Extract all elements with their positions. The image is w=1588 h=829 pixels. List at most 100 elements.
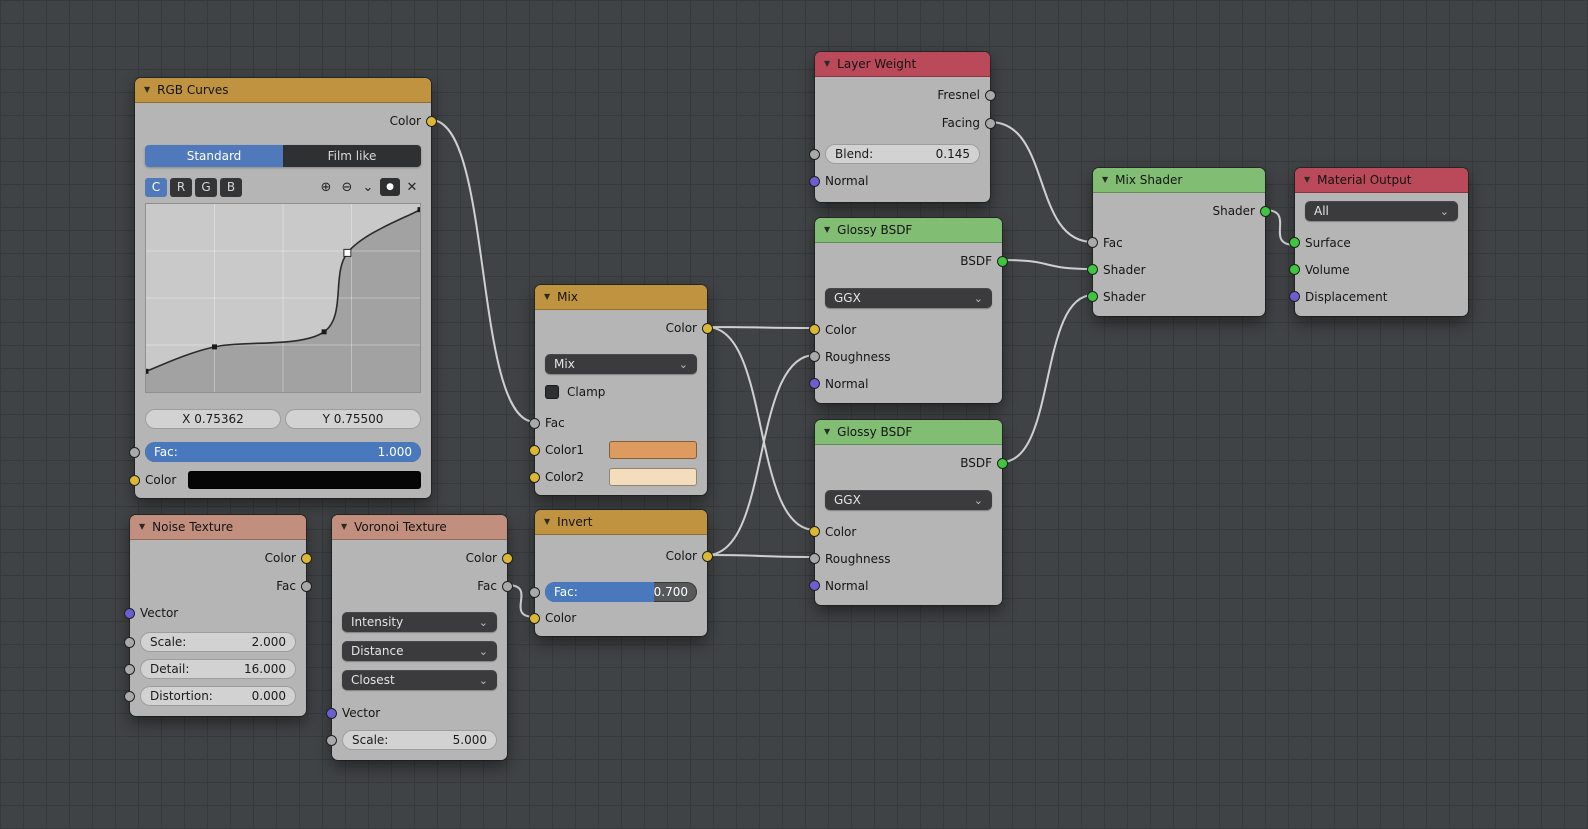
collapse-icon[interactable]: ▼	[1304, 176, 1310, 184]
socket-shader2-input[interactable]	[1087, 291, 1098, 302]
zoom-in-icon[interactable]: ⊕	[317, 181, 335, 194]
socket-detail-input[interactable]	[124, 663, 135, 675]
distribution-dropdown[interactable]: GGX ⌄	[825, 490, 992, 510]
delete-point-icon[interactable]: ✕	[403, 181, 421, 194]
distribution-dropdown[interactable]: GGX ⌄	[825, 288, 992, 308]
node-glossy-bsdf-1[interactable]: ▼ Glossy BSDF BSDF GGX ⌄ Color Roughness	[809, 218, 1008, 403]
glossy-bsdf-header[interactable]: ▼ Glossy BSDF	[815, 420, 1002, 445]
collapse-icon[interactable]: ▼	[144, 86, 150, 94]
tab-standard[interactable]: Standard	[145, 145, 283, 167]
invert-header[interactable]: ▼ Invert	[535, 510, 707, 535]
socket-volume-input[interactable]	[1289, 264, 1300, 275]
scale-field[interactable]: Scale: 5.000	[342, 730, 497, 750]
node-invert[interactable]: ▼ Invert Color Fac: 0.700 Color	[529, 510, 713, 636]
socket-facing-output[interactable]	[985, 117, 996, 129]
socket-fac-input[interactable]	[1087, 237, 1098, 248]
socket-scale-input[interactable]	[124, 636, 135, 648]
collapse-icon[interactable]: ▼	[544, 293, 550, 301]
scale-field[interactable]: Scale: 2.000	[140, 632, 296, 652]
socket-color-input[interactable]	[529, 612, 540, 624]
socket-color-output[interactable]	[301, 552, 312, 564]
socket-roughness-input[interactable]	[809, 553, 820, 564]
glossy-bsdf-header[interactable]: ▼ Glossy BSDF	[815, 218, 1002, 243]
socket-color-input[interactable]	[809, 526, 820, 537]
socket-color2-input[interactable]	[529, 471, 540, 483]
node-layer-weight[interactable]: ▼ Layer Weight Fresnel Facing Blend: 0.1…	[809, 52, 996, 202]
distance-dropdown[interactable]: Distance ⌄	[342, 641, 497, 661]
socket-normal-input[interactable]	[809, 175, 820, 187]
socket-vector-input[interactable]	[124, 607, 135, 619]
color2-swatch[interactable]	[609, 468, 697, 486]
socket-fac-output[interactable]	[502, 580, 513, 592]
collapse-icon[interactable]: ▼	[341, 523, 347, 531]
mix-header[interactable]: ▼ Mix	[535, 285, 707, 310]
target-dropdown[interactable]: All ⌄	[1305, 201, 1458, 221]
distortion-field[interactable]: Distortion: 0.000	[140, 686, 296, 706]
channel-g-button[interactable]: G	[195, 177, 217, 197]
node-rgb-curves[interactable]: ▼ RGB Curves Color Standard Film like C …	[129, 78, 437, 498]
detail-field[interactable]: Detail: 16.000	[140, 659, 296, 679]
socket-displacement-input[interactable]	[1289, 291, 1300, 302]
collapse-icon[interactable]: ▼	[824, 60, 830, 68]
tools-dropdown-icon[interactable]: ⌄	[359, 181, 377, 194]
socket-fac-input[interactable]	[529, 586, 540, 598]
socket-color1-input[interactable]	[529, 444, 540, 456]
feature-dropdown[interactable]: Closest ⌄	[342, 670, 497, 690]
socket-normal-input[interactable]	[809, 378, 820, 389]
socket-normal-input[interactable]	[809, 580, 820, 591]
node-noise-texture[interactable]: ▼ Noise Texture Color Fac Vector Scale: …	[124, 515, 312, 716]
socket-roughness-input[interactable]	[809, 351, 820, 362]
socket-color-output[interactable]	[702, 550, 713, 562]
socket-color-output[interactable]	[426, 115, 437, 127]
clamp-checkbox[interactable]	[545, 385, 559, 399]
socket-fac-input[interactable]	[529, 417, 540, 429]
node-editor-canvas[interactable]: ▼ RGB Curves Color Standard Film like C …	[0, 0, 1588, 829]
tab-film-like[interactable]: Film like	[283, 145, 421, 167]
collapse-icon[interactable]: ▼	[544, 518, 550, 526]
socket-color-output[interactable]	[502, 552, 513, 564]
socket-distortion-input[interactable]	[124, 690, 135, 702]
socket-fac-output[interactable]	[301, 580, 312, 592]
fac-slider[interactable]: Fac: 1.000	[145, 442, 421, 462]
blend-mode-dropdown[interactable]: Mix ⌄	[545, 354, 697, 374]
layer-weight-header[interactable]: ▼ Layer Weight	[815, 52, 990, 77]
socket-bsdf-output[interactable]	[997, 255, 1008, 267]
point-y-field[interactable]: Y 0.75500	[285, 409, 421, 429]
collapse-icon[interactable]: ▼	[1102, 176, 1108, 184]
node-glossy-bsdf-2[interactable]: ▼ Glossy BSDF BSDF GGX ⌄ Color Roughness	[809, 420, 1008, 605]
socket-vector-input[interactable]	[326, 707, 337, 719]
color1-swatch[interactable]	[609, 441, 697, 459]
channel-b-button[interactable]: B	[220, 177, 242, 197]
socket-shader1-input[interactable]	[1087, 264, 1098, 275]
collapse-icon[interactable]: ▼	[824, 226, 830, 234]
blend-field[interactable]: Blend: 0.145	[825, 144, 980, 164]
socket-bsdf-output[interactable]	[997, 457, 1008, 469]
socket-color-input[interactable]	[129, 474, 140, 486]
socket-surface-input[interactable]	[1289, 237, 1300, 248]
socket-shader-output[interactable]	[1260, 205, 1271, 217]
socket-color-output[interactable]	[702, 322, 713, 334]
node-mix[interactable]: ▼ Mix Color Mix ⌄ Clamp Fac Color1 Color…	[529, 285, 713, 495]
collapse-icon[interactable]: ▼	[139, 523, 145, 531]
clipping-toggle-icon[interactable]: ●	[380, 178, 400, 196]
color-swatch[interactable]	[188, 471, 421, 489]
coloring-dropdown[interactable]: Intensity ⌄	[342, 612, 497, 632]
noise-texture-header[interactable]: ▼ Noise Texture	[130, 515, 306, 540]
socket-scale-input[interactable]	[326, 734, 337, 746]
point-x-field[interactable]: X 0.75362	[145, 409, 281, 429]
fac-slider[interactable]: Fac: 0.700	[545, 582, 697, 602]
channel-r-button[interactable]: R	[170, 177, 192, 197]
collapse-icon[interactable]: ▼	[824, 428, 830, 436]
zoom-out-icon[interactable]: ⊖	[338, 181, 356, 194]
mix-shader-header[interactable]: ▼ Mix Shader	[1093, 168, 1265, 193]
node-mix-shader[interactable]: ▼ Mix Shader Shader Fac Shader Shader	[1087, 168, 1271, 316]
socket-fresnel-output[interactable]	[985, 89, 996, 101]
voronoi-texture-header[interactable]: ▼ Voronoi Texture	[332, 515, 507, 540]
socket-color-input[interactable]	[809, 324, 820, 335]
node-voronoi-texture[interactable]: ▼ Voronoi Texture Color Fac Intensity ⌄ …	[326, 515, 513, 760]
curve-editor[interactable]	[143, 203, 423, 393]
channel-c-button[interactable]: C	[145, 177, 167, 197]
node-material-output[interactable]: ▼ Material Output All ⌄ Surface Volume D…	[1289, 168, 1468, 316]
rgb-curves-header[interactable]: ▼ RGB Curves	[135, 78, 431, 103]
material-output-header[interactable]: ▼ Material Output	[1295, 168, 1468, 193]
